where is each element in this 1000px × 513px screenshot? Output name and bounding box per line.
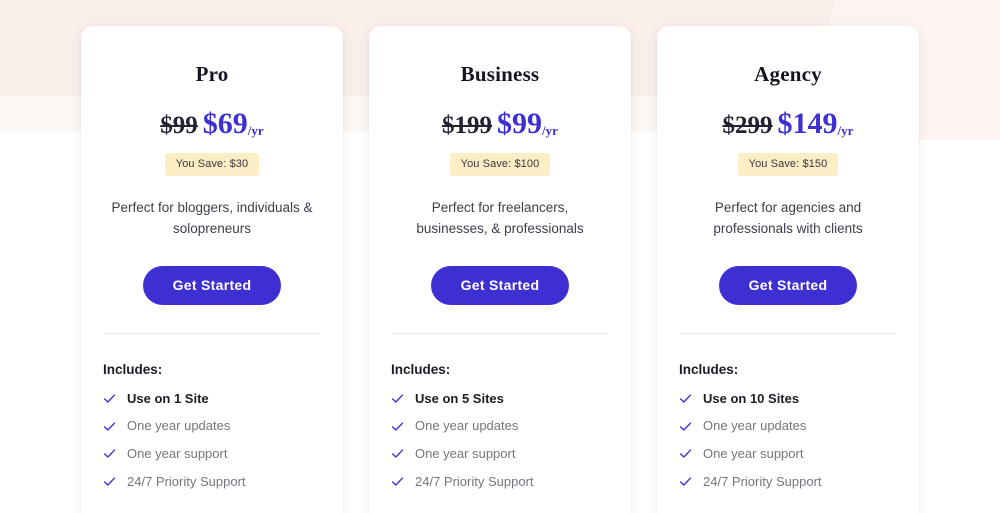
feature-label: One year support: [127, 446, 228, 462]
get-started-button[interactable]: Get Started: [430, 265, 570, 305]
billing-period: /yr: [837, 123, 854, 138]
check-icon: [391, 475, 404, 488]
feature-item: One year support: [103, 446, 321, 462]
cta-wrapper: Get Started: [103, 265, 321, 305]
feature-item: Use on 10 Sites: [679, 391, 897, 407]
feature-list: Use on 5 Sites One year updates One year…: [391, 391, 609, 501]
billing-period: /yr: [247, 123, 264, 138]
cta-wrapper: Get Started: [391, 265, 609, 305]
plan-description: Perfect for agencies and professionals w…: [713, 200, 863, 236]
feature-item: One year updates: [103, 418, 321, 434]
get-started-button[interactable]: Get Started: [718, 265, 858, 305]
feature-label: Use on 10 Sites: [703, 390, 800, 406]
check-icon: [103, 420, 116, 433]
check-icon: [391, 392, 404, 405]
feature-label: One year updates: [127, 418, 231, 434]
feature-label: 24/7 Priority Support: [415, 473, 534, 489]
feature-label: One year updates: [703, 418, 807, 434]
check-icon: [391, 447, 404, 460]
discounted-price: $69: [202, 107, 248, 140]
original-price: $99: [160, 112, 198, 139]
check-icon: [103, 447, 116, 460]
section-divider: [105, 332, 319, 334]
feature-label: Use on 5 Sites: [415, 390, 504, 406]
feature-label: Use on 1 Site: [127, 390, 209, 406]
check-icon: [103, 475, 116, 488]
savings-badge-wrapper: You Save: $150: [679, 153, 897, 176]
includes-label: Includes:: [103, 361, 163, 377]
check-icon: [103, 392, 116, 405]
pricing-card-agency: Agency $299 $149/yr You Save: $150 Perfec…: [657, 26, 919, 513]
feature-list: Use on 10 Sites One year updates One yea…: [679, 391, 897, 501]
check-icon: [679, 447, 692, 460]
price-row: $199 $99/yr: [391, 107, 609, 141]
check-icon: [679, 420, 692, 433]
plan-name: Agency: [754, 62, 822, 86]
feature-item: One year support: [679, 446, 897, 462]
plan-name: Business: [460, 62, 540, 86]
pricing-table: Pro $99 $69/yr You Save: $30 Perfect for …: [0, 0, 1000, 513]
feature-item: One year updates: [679, 418, 897, 434]
original-price: $299: [722, 112, 773, 139]
check-icon: [679, 392, 692, 405]
original-price: $199: [442, 112, 493, 139]
price-row: $99 $69/yr: [103, 107, 321, 141]
plan-description: Perfect for freelancers, businesses, & p…: [416, 200, 584, 236]
section-divider: [393, 332, 607, 334]
price-row: $299 $149/yr: [679, 107, 897, 141]
feature-label: One year support: [415, 446, 516, 462]
feature-label: 24/7 Priority Support: [703, 473, 822, 489]
includes-label: Includes:: [679, 361, 739, 377]
feature-label: One year updates: [415, 418, 519, 434]
plan-name: Pro: [195, 62, 229, 86]
feature-list: Use on 1 Site One year updates One year …: [103, 391, 321, 501]
savings-badge: You Save: $30: [164, 153, 260, 176]
discounted-price: $99: [497, 107, 543, 140]
check-icon: [391, 420, 404, 433]
feature-item: Use on 5 Sites: [391, 391, 609, 407]
savings-badge-wrapper: You Save: $100: [391, 153, 609, 176]
savings-badge: You Save: $100: [449, 153, 551, 176]
feature-item: 24/7 Priority Support: [391, 474, 609, 490]
plan-description: Perfect for bloggers, individuals & solo…: [111, 200, 313, 236]
section-divider: [681, 332, 895, 334]
check-icon: [679, 475, 692, 488]
feature-item: 24/7 Priority Support: [103, 474, 321, 490]
feature-label: One year support: [703, 446, 804, 462]
cta-wrapper: Get Started: [679, 265, 897, 305]
savings-badge: You Save: $150: [737, 153, 839, 176]
feature-item: One year support: [391, 446, 609, 462]
billing-period: /yr: [542, 123, 558, 138]
discounted-price: $149: [777, 107, 838, 140]
feature-item: One year updates: [391, 418, 609, 434]
includes-label: Includes:: [391, 361, 451, 377]
feature-item: Use on 1 Site: [103, 391, 321, 407]
pricing-card-business: Business $199 $99/yr You Save: $100 Perfe…: [369, 26, 631, 513]
feature-item: 24/7 Priority Support: [679, 474, 897, 490]
pricing-card-pro: Pro $99 $69/yr You Save: $30 Perfect for …: [81, 26, 343, 513]
feature-label: 24/7 Priority Support: [127, 473, 246, 489]
get-started-button[interactable]: Get Started: [142, 265, 282, 305]
savings-badge-wrapper: You Save: $30: [103, 153, 321, 176]
